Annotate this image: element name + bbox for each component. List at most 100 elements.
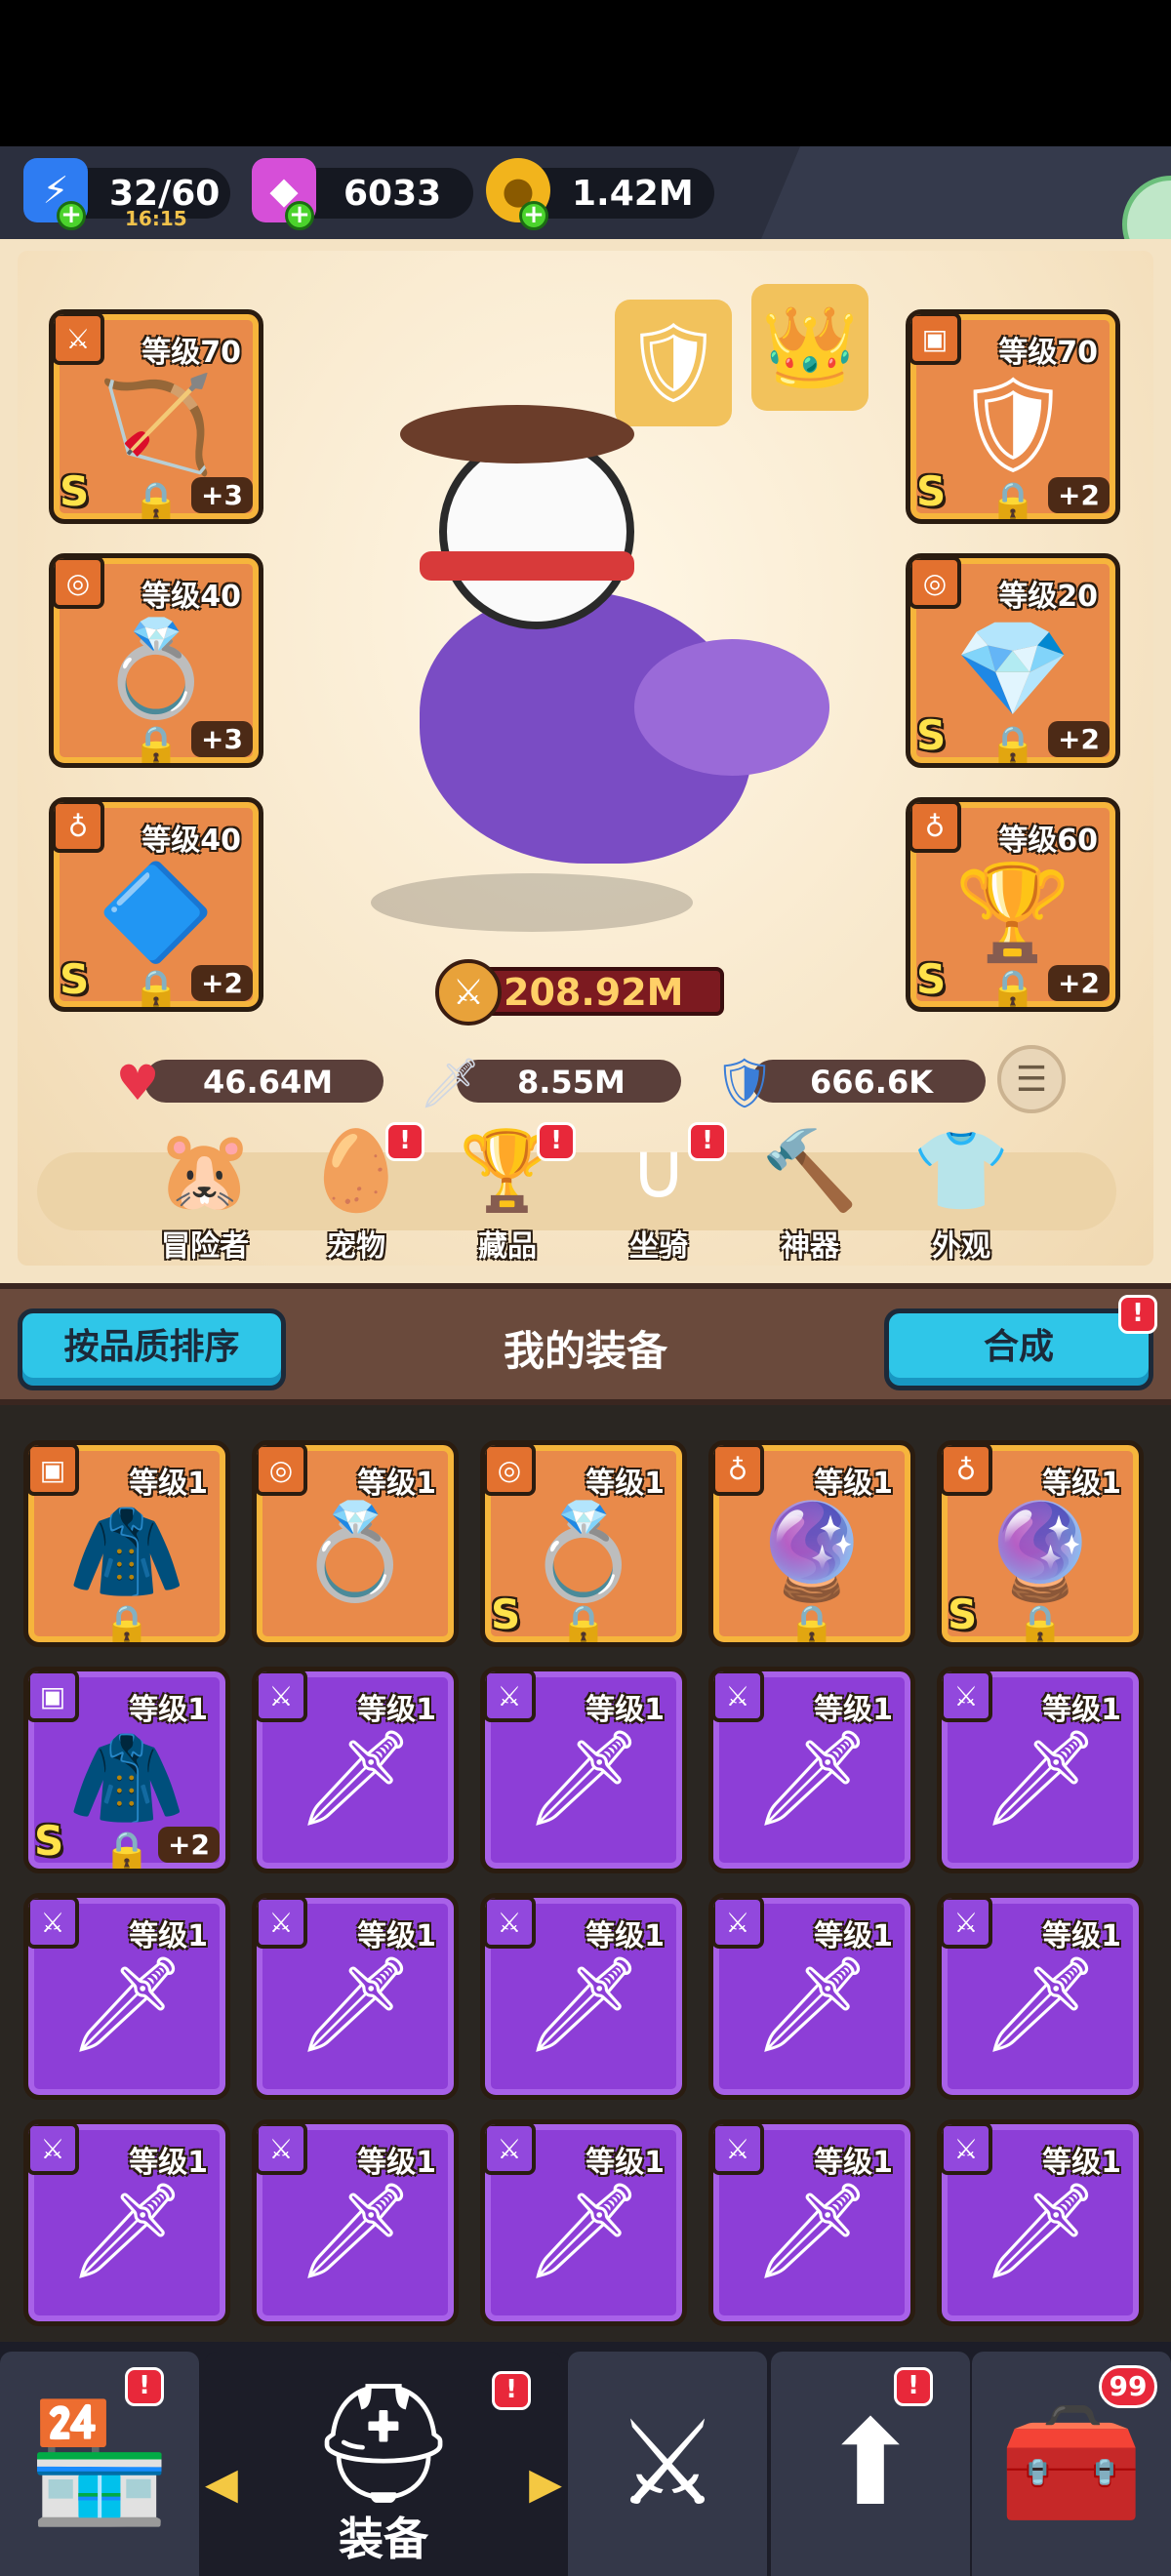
shop-icon: 🏪 bbox=[26, 2395, 173, 2531]
inventory-item[interactable]: ▣ 等级1 🧥 S 🔒 +2 bbox=[23, 1667, 230, 1873]
inventory-item[interactable]: ⚔ 等级1 🗡 bbox=[252, 1667, 459, 1873]
inventory-item[interactable]: ⚔ 等级1 🗡 bbox=[252, 1893, 459, 2100]
lock-icon: 🔒 bbox=[132, 968, 181, 1012]
equipped-ring-slot[interactable]: ◎ 等级40 💍 🔒 +3 bbox=[49, 553, 263, 768]
chevron-right-icon[interactable]: ▶ bbox=[529, 2459, 562, 2509]
hp-stat: 46.64M ♥ bbox=[105, 1054, 384, 1111]
grade-badge: S bbox=[491, 1590, 521, 1638]
inventory-item[interactable]: ⚔ 等级1 🗡 bbox=[480, 2119, 687, 2326]
ring-slot-icon: ◎ bbox=[54, 558, 104, 609]
item-level: 等级1 bbox=[586, 1467, 665, 1501]
tab-pet[interactable]: 🥚 宠物 ! bbox=[298, 1122, 424, 1268]
item-level: 等级60 bbox=[998, 824, 1098, 858]
inventory-item[interactable]: ⚔ 等级1 🗡 bbox=[937, 2119, 1144, 2326]
equipped-weapon-slot[interactable]: ⚔ 等级70 🏹 S 🔒 +3 bbox=[49, 309, 263, 524]
inventory-item[interactable]: ⚔ 等级1 🗡 bbox=[708, 1893, 915, 2100]
weapon-slot-icon: ⚔ bbox=[485, 1671, 536, 1722]
item-level: 等级1 bbox=[357, 1467, 436, 1501]
chest-count: 99 bbox=[1099, 2365, 1157, 2408]
equipped-amulet-slot[interactable]: ♁ 等级40 🔷 S 🔒 +2 bbox=[49, 797, 263, 1012]
power-value: 208.92M bbox=[504, 971, 684, 1014]
attack-value: 8.55M bbox=[517, 1064, 626, 1101]
nav-chest[interactable]: 🧰 99 bbox=[972, 2352, 1171, 2576]
add-gems-icon[interactable]: + bbox=[285, 201, 314, 230]
item-level: 等级40 bbox=[141, 824, 241, 858]
tab-adventurer[interactable]: 🐹 冒险者 bbox=[146, 1122, 263, 1268]
inventory-item[interactable]: ▣ 等级1 🧥 🔒 bbox=[23, 1440, 230, 1647]
inventory-header: 按品质排序 我的装备 合成 ! bbox=[0, 1283, 1171, 1405]
weapon-slot-icon: ⚔ bbox=[257, 2124, 307, 2175]
bottom-nav: 🏪 ! ⛑ 装备 ! ◀ ▶ ⚔ ⬆ ! 🧰 99 bbox=[0, 2342, 1171, 2576]
equipped-armor-slot[interactable]: ▣ 等级70 🛡 S 🔒 +2 bbox=[906, 309, 1120, 524]
outfit-icon: 👕 bbox=[912, 1125, 1010, 1216]
nav-battle[interactable]: ⚔ bbox=[568, 2352, 767, 2576]
inventory-item[interactable]: ⚔ 等级1 🗡 bbox=[480, 1893, 687, 2100]
ring-slot-icon: ◎ bbox=[485, 1445, 536, 1496]
inventory-item[interactable]: ◎ 等级1 💍 S 🔒 bbox=[480, 1440, 687, 1647]
weapon-slot-icon: ⚔ bbox=[713, 1671, 764, 1722]
equipped-amulet-slot-2[interactable]: ♁ 等级60 🏆 S 🔒 +2 bbox=[906, 797, 1120, 1012]
weapon-item-icon: 🗡 bbox=[67, 2176, 186, 2286]
inventory-item[interactable]: ⚔ 等级1 🗡 bbox=[708, 1667, 915, 1873]
add-gold-icon[interactable]: + bbox=[519, 201, 548, 230]
tab-mount[interactable]: ∪ 坐骑 ! bbox=[600, 1122, 727, 1268]
weapon-slot-icon: ⚔ bbox=[485, 1898, 536, 1949]
ring-slot-icon: ◎ bbox=[910, 558, 961, 609]
hero-character[interactable] bbox=[361, 346, 829, 971]
enhance-level: +2 bbox=[1048, 721, 1110, 757]
equipped-ring-slot-2[interactable]: ◎ 等级20 💎 S 🔒 +2 bbox=[906, 553, 1120, 768]
enhance-level: +2 bbox=[191, 965, 253, 1001]
inventory-item[interactable]: ♁ 等级1 🔮 S 🔒 bbox=[937, 1440, 1144, 1647]
inventory-title: 我的装备 bbox=[503, 1327, 667, 1375]
grade-badge: S bbox=[60, 955, 90, 1003]
weapon-slot-icon: ⚔ bbox=[942, 1898, 992, 1949]
tab-label: 冒险者 bbox=[161, 1229, 249, 1264]
weapon-slot-icon: ⚔ bbox=[485, 2124, 536, 2175]
weapon-item-icon: 🗡 bbox=[752, 1950, 871, 2060]
chevron-left-icon[interactable]: ◀ bbox=[205, 2459, 238, 2509]
weapon-item-icon: 🗡 bbox=[752, 2176, 871, 2286]
synthesize-button[interactable]: 合成 bbox=[884, 1308, 1153, 1390]
lock-icon: 🔒 bbox=[559, 1603, 608, 1647]
item-level: 等级1 bbox=[129, 1467, 208, 1501]
chalice-icon: 🏆 bbox=[954, 858, 1071, 968]
item-level: 等级20 bbox=[998, 580, 1098, 614]
inventory-item[interactable]: ◎ 等级1 💍 bbox=[252, 1440, 459, 1647]
tab-appearance[interactable]: 👕 外观 bbox=[903, 1122, 1020, 1268]
armor-item-icon: 🧥 bbox=[68, 1723, 185, 1833]
tab-artifact[interactable]: 🔨 神器 bbox=[751, 1122, 868, 1268]
sword-icon: 🗡 bbox=[419, 1054, 481, 1111]
item-level: 等级1 bbox=[814, 1467, 893, 1501]
inventory-item[interactable]: ⚔ 等级1 🗡 bbox=[252, 2119, 459, 2326]
nav-shop[interactable]: 🏪 ! bbox=[0, 2352, 199, 2576]
alert-badge-icon: ! bbox=[385, 1122, 424, 1161]
synth-alert-badge-icon: ! bbox=[1118, 1295, 1157, 1334]
inventory-item[interactable]: ♁ 等级1 🔮 🔒 bbox=[708, 1440, 915, 1647]
inventory-item[interactable]: ⚔ 等级1 🗡 bbox=[480, 1667, 687, 1873]
sort-by-quality-button[interactable]: 按品质排序 bbox=[18, 1308, 286, 1390]
weapon-item-icon: 🗡 bbox=[524, 1950, 643, 2060]
tab-label: 坐骑 bbox=[629, 1229, 688, 1264]
item-level: 等级1 bbox=[357, 1693, 436, 1727]
energy-counter[interactable]: ⚡ + 32/60 16:15 bbox=[23, 158, 230, 230]
gold-counter[interactable]: ● + 1.42M bbox=[486, 158, 714, 230]
weapon-slot-icon: ⚔ bbox=[28, 2124, 79, 2175]
stats-detail-icon[interactable]: ☰ bbox=[997, 1045, 1066, 1113]
nav-upgrade[interactable]: ⬆ ! bbox=[771, 2352, 970, 2576]
item-level: 等级40 bbox=[141, 580, 241, 614]
grade-badge: S bbox=[948, 1590, 978, 1638]
amulet-item-icon: 🔮 bbox=[982, 1497, 1099, 1607]
item-level: 等级1 bbox=[1042, 1467, 1121, 1501]
weapon-item-icon: 🗡 bbox=[296, 2176, 415, 2286]
gem-counter[interactable]: ◆ + 6033 bbox=[252, 158, 473, 230]
inventory-item[interactable]: ⚔ 等级1 🗡 bbox=[23, 1893, 230, 2100]
inventory-item[interactable]: ⚔ 等级1 🗡 bbox=[937, 1667, 1144, 1873]
add-energy-icon[interactable]: + bbox=[57, 201, 86, 230]
resource-bar: ⚡ + 32/60 16:15 ◆ + 6033 ● + 1.42M bbox=[0, 146, 1171, 239]
inventory-item[interactable]: ⚔ 等级1 🗡 bbox=[23, 2119, 230, 2326]
inventory-item[interactable]: ⚔ 等级1 🗡 bbox=[708, 2119, 915, 2326]
tab-collection[interactable]: 🏆 藏品 ! bbox=[449, 1122, 576, 1268]
inventory-item[interactable]: ⚔ 等级1 🗡 bbox=[937, 1893, 1144, 2100]
nav-equipment[interactable]: ⛑ 装备 ! ◀ ▶ bbox=[205, 2352, 562, 2576]
energy-timer: 16:15 bbox=[125, 207, 187, 230]
